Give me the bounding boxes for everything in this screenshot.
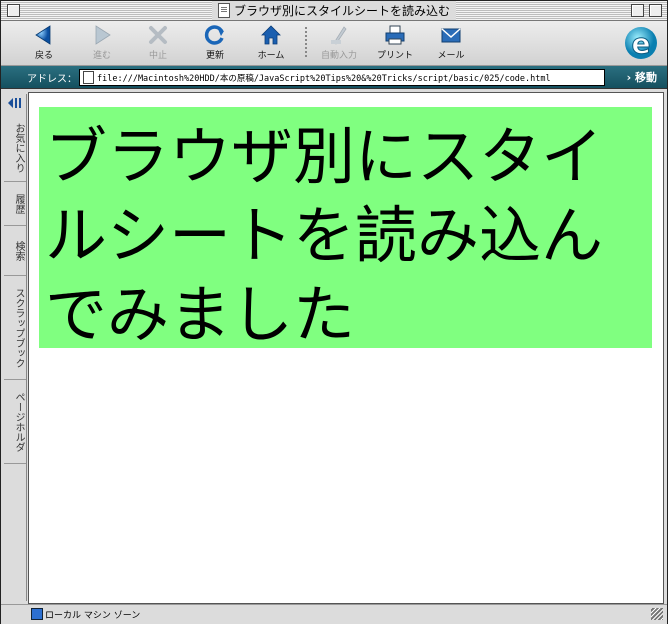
document-icon [217,3,230,18]
printer-icon [385,25,405,45]
title-bar[interactable]: ブラウザ別にスタイルシートを読み込む [1,1,667,21]
resize-grip-icon[interactable] [651,608,663,620]
print-label: プリント [376,51,413,61]
internet-explorer-logo-icon[interactable]: e [621,22,661,62]
collapse-box-icon[interactable] [649,4,662,17]
sidebar-tab-search[interactable]: 検索 [4,226,26,276]
page-heading: ブラウザ別にスタイルシートを読み込んでみました [45,120,604,351]
zoom-box-icon[interactable] [631,4,644,17]
sidebar-tab-scrapbook[interactable]: スクラップブック [4,276,26,380]
print-button[interactable]: プリント [369,23,421,63]
back-arrow-icon [35,25,51,45]
home-label: ホーム [257,51,285,61]
toolbar: 戻る 進む 中止 更新 ホーム 自動入力 プリント メール e [1,21,667,66]
go-button[interactable]: › 移動 [627,69,657,85]
security-zone-text: ローカル マシン ゾーン [45,611,141,621]
forward-button[interactable]: 進む [76,23,128,63]
stop-label: 中止 [148,51,167,61]
back-label: 戻る [34,51,53,61]
heading-background: ブラウザ別にスタイルシートを読み込んでみました [39,107,652,351]
sidebar-tab-favorites[interactable]: お気に入り [4,114,26,182]
address-label: アドレス： [27,74,77,85]
refresh-button[interactable]: 更新 [189,23,241,63]
address-bar: アドレス： › 移動 [1,66,667,89]
refresh-label: 更新 [205,51,224,61]
url-input[interactable] [94,72,587,83]
refresh-icon [204,25,224,45]
forward-label: 進む [92,51,111,61]
close-box-icon[interactable] [7,4,20,17]
status-bar: ローカル マシン ゾーン [1,604,667,624]
page-content: ブラウザ別にスタイルシートを読み込んでみました [28,92,664,604]
sidebar-tab-page-holder[interactable]: ページホルダ [4,380,26,464]
explorer-bar: お気に入り 履歴 検索 スクラップブック ページホルダ [4,94,27,601]
sidebar-tab-history[interactable]: 履歴 [4,182,26,226]
svg-text:e: e [632,27,651,60]
window-title-group: ブラウザ別にスタイルシートを読み込む [211,1,457,20]
toolbar-separator [305,27,307,59]
stop-x-icon [149,26,167,44]
mail-icon [441,28,461,43]
security-zone-icon [31,608,43,620]
browser-window: ブラウザ別にスタイルシートを読み込む 戻る 進む 中止 更新 ホーム 自動入力 … [0,0,668,624]
mail-label: メール [437,51,465,61]
home-button[interactable]: ホーム [245,23,297,63]
address-field[interactable] [79,69,605,86]
home-icon [261,25,281,45]
window-title: ブラウザ別にスタイルシートを読み込む [233,4,451,18]
forward-arrow-icon [95,25,111,45]
autofill-label: 自動入力 [320,51,357,61]
sidebar-toggle-icon[interactable] [7,96,23,110]
back-button[interactable]: 戻る [18,23,70,63]
mail-button[interactable]: メール [425,23,477,63]
page-document-icon[interactable] [83,71,94,84]
stop-button[interactable]: 中止 [132,23,184,63]
autofill-button[interactable]: 自動入力 [313,23,365,63]
autofill-icon [331,26,347,45]
